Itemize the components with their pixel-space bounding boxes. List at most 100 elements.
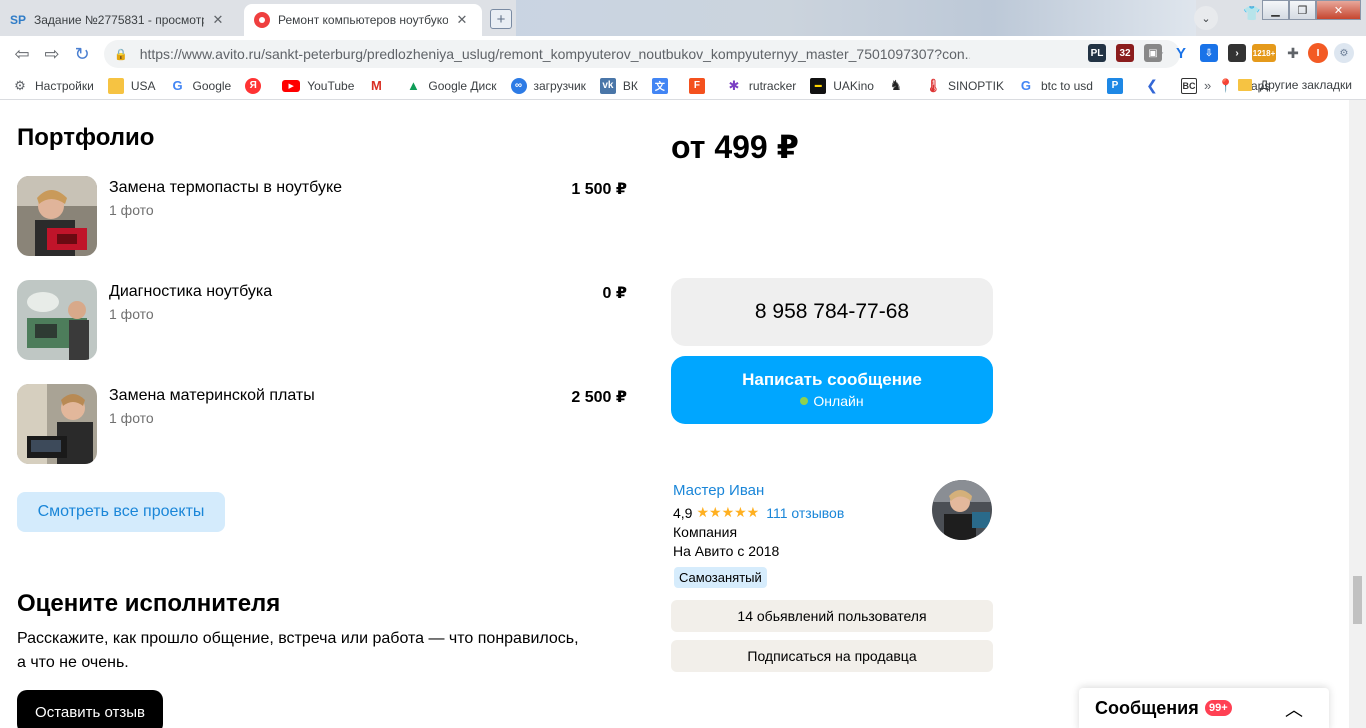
bookmark-settings[interactable]: ⚙ Настройки: [12, 78, 94, 94]
bookmark-btc-to-usd[interactable]: Gbtc to usd: [1018, 78, 1093, 94]
bookmark-loader[interactable]: ∞ загрузчик: [510, 77, 586, 94]
back-icon[interactable]: ⇦: [10, 42, 34, 66]
pl-badge: PL: [1090, 47, 1104, 59]
bookmark-bc[interactable]: BC: [1180, 77, 1204, 94]
bookmark-rutracker[interactable]: ✱ rutracker: [726, 78, 796, 94]
tab-title: Задание №2775831 - просмотр за: [34, 13, 204, 27]
bookmark-google-drive[interactable]: ▲ Google Диск: [405, 78, 497, 94]
portfolio-photo[interactable]: [17, 384, 97, 464]
gmail-icon: M: [370, 78, 382, 93]
minimize-icon[interactable]: ▁: [1262, 0, 1289, 20]
portfolio-photo[interactable]: [17, 176, 97, 256]
close-tab-icon[interactable]: ✕: [210, 12, 226, 28]
online-status: Онлайн: [671, 393, 993, 409]
new-tab-button[interactable]: +: [490, 9, 512, 29]
bitcoin-extension-icon[interactable]: 1218+: [1252, 44, 1276, 62]
rate-description: Расскажите, как прошло общение, встреча …: [17, 627, 617, 675]
google-icon: G: [1020, 78, 1032, 93]
portfolio-item-name: Замена термопасты в ноутбуке: [109, 179, 343, 196]
user-listings-button[interactable]: 14 обьявлений пользователя: [671, 600, 993, 632]
p-icon: P: [1106, 77, 1123, 94]
folder-icon: [107, 77, 124, 94]
lock-icon: 🔒: [114, 48, 128, 61]
bookmark-label: UAKino: [833, 78, 874, 93]
rate-description-line: Расскажите, как прошло общение, встреча …: [17, 630, 579, 647]
google-icon: G: [172, 78, 183, 93]
close-window-icon[interactable]: ✕: [1316, 0, 1361, 20]
page-content: Портфолио Замена термопасты в ноутбуке 1…: [0, 100, 1349, 728]
bookmark-chess[interactable]: ♞: [888, 77, 911, 94]
theme-shirt-icon[interactable]: 👕: [1243, 5, 1260, 22]
bookmark-uakino[interactable]: ▬ UAKino: [810, 77, 874, 94]
download-extension-icon[interactable]: ⇩: [1200, 44, 1218, 62]
terminal-extension-icon[interactable]: ›: [1228, 44, 1246, 62]
portfolio-item[interactable]: Диагностика ноутбука 1 фото 0 ₽: [17, 280, 627, 360]
bookmark-youtube[interactable]: ▶ YouTube: [282, 79, 354, 93]
reviews-link[interactable]: 111 отзывов: [766, 505, 844, 521]
bookmark-arrow[interactable]: ❮: [1144, 77, 1167, 94]
portfolio-item[interactable]: Замена материнской платы 1 фото 2 500 ₽: [17, 384, 627, 464]
bookmark-usa[interactable]: USA: [107, 77, 156, 94]
bookmark-label: btc to usd: [1040, 78, 1093, 93]
self-employed-badge: Самозанятый: [674, 567, 767, 588]
page-scrollbar[interactable]: [1349, 100, 1366, 728]
url-text[interactable]: https://www.avito.ru/sankt-peterburg/pre…: [140, 46, 970, 62]
scrollbar-thumb[interactable]: [1353, 576, 1362, 624]
bookmark-yandex[interactable]: Я: [245, 77, 268, 94]
folder-icon: [1238, 79, 1252, 91]
y-extension-icon[interactable]: Y: [1172, 44, 1190, 62]
bookmark-sinoptik[interactable]: 🌡 SINOPTIK: [925, 78, 1004, 94]
rate-heading: Оцените исполнителя: [17, 590, 281, 617]
portfolio-item-photos: 1 фото: [109, 410, 154, 426]
chrome-menu-icon[interactable]: ⚙: [1334, 43, 1354, 63]
tab-search-icon[interactable]: ⌄: [1194, 6, 1218, 30]
inactive-tabs-area: [516, 0, 1196, 36]
portfolio-heading: Портфолио: [17, 124, 155, 151]
briefcase-extension-icon[interactable]: ▣: [1144, 44, 1162, 62]
portfolio-item-price: 0 ₽: [602, 285, 627, 302]
bookmark-translate[interactable]: 文: [651, 77, 675, 94]
seller-name-link[interactable]: Мастер Иван: [673, 482, 764, 499]
messenger-widget[interactable]: Сообщения 99+ ︿: [1079, 688, 1329, 728]
subscribe-seller-button[interactable]: Подписаться на продавца: [671, 640, 993, 672]
portfolio-photo[interactable]: [17, 280, 97, 360]
puzzle-extensions-icon[interactable]: ✚: [1284, 44, 1302, 62]
bookmark-p[interactable]: P: [1106, 77, 1130, 94]
forward-icon[interactable]: ⇨: [40, 42, 64, 66]
loader-icon: ∞: [510, 77, 527, 94]
view-all-projects-button[interactable]: Смотреть все проекты: [17, 492, 225, 532]
pl-extension-icon[interactable]: PL: [1088, 44, 1106, 62]
bookmarks-overflow-button[interactable]: »: [1204, 78, 1211, 93]
bookmark-f[interactable]: F: [688, 77, 712, 94]
bookmark-label: Google Диск: [428, 78, 497, 93]
bookmark-label: загрузчик: [533, 78, 586, 93]
maximize-icon[interactable]: ❐: [1289, 0, 1316, 20]
arrow-icon: ❮: [1146, 77, 1158, 93]
translate-icon: 文: [651, 77, 668, 94]
bookmark-gmail[interactable]: M: [368, 78, 391, 94]
other-bookmarks[interactable]: Другие закладки: [1238, 78, 1352, 92]
bc-icon: BC: [1180, 77, 1197, 94]
tab-title: Ремонт компьютеров ноутбуков: [278, 13, 448, 27]
profile-avatar-icon[interactable]: I: [1308, 43, 1328, 63]
rutracker-icon: ✱: [728, 77, 740, 93]
rating-stars-icon: ★★★★★: [696, 504, 760, 520]
phone-button[interactable]: 8 958 784-77-68: [671, 278, 993, 346]
f-icon: F: [688, 77, 705, 94]
reload-icon[interactable]: ↻: [70, 42, 94, 66]
seller-avatar[interactable]: [932, 480, 992, 540]
vk-icon: vk: [599, 77, 616, 94]
write-message-label: Написать сообщение: [742, 370, 922, 389]
leave-review-button[interactable]: Оставить отзыв: [17, 690, 163, 728]
chevron-up-icon[interactable]: ︿: [1285, 696, 1303, 722]
write-message-button[interactable]: Написать сообщение Онлайн: [671, 356, 993, 424]
tab-task[interactable]: SP Задание №2775831 - просмотр за ✕: [0, 4, 244, 36]
bookmark-vk[interactable]: vk ВК: [599, 77, 638, 94]
close-tab-icon[interactable]: ✕: [454, 12, 470, 28]
bookmark-google[interactable]: G Google: [170, 78, 231, 94]
counter-extension-icon[interactable]: 32: [1116, 44, 1134, 62]
tab-avito[interactable]: Ремонт компьютеров ноутбуков ✕: [244, 4, 482, 36]
portfolio-item[interactable]: Замена термопасты в ноутбуке 1 фото 1 50…: [17, 176, 627, 256]
address-bar[interactable]: 🔒 https://www.avito.ru/sankt-peterburg/p…: [104, 40, 1180, 68]
gear-icon: ⚙: [14, 77, 26, 93]
